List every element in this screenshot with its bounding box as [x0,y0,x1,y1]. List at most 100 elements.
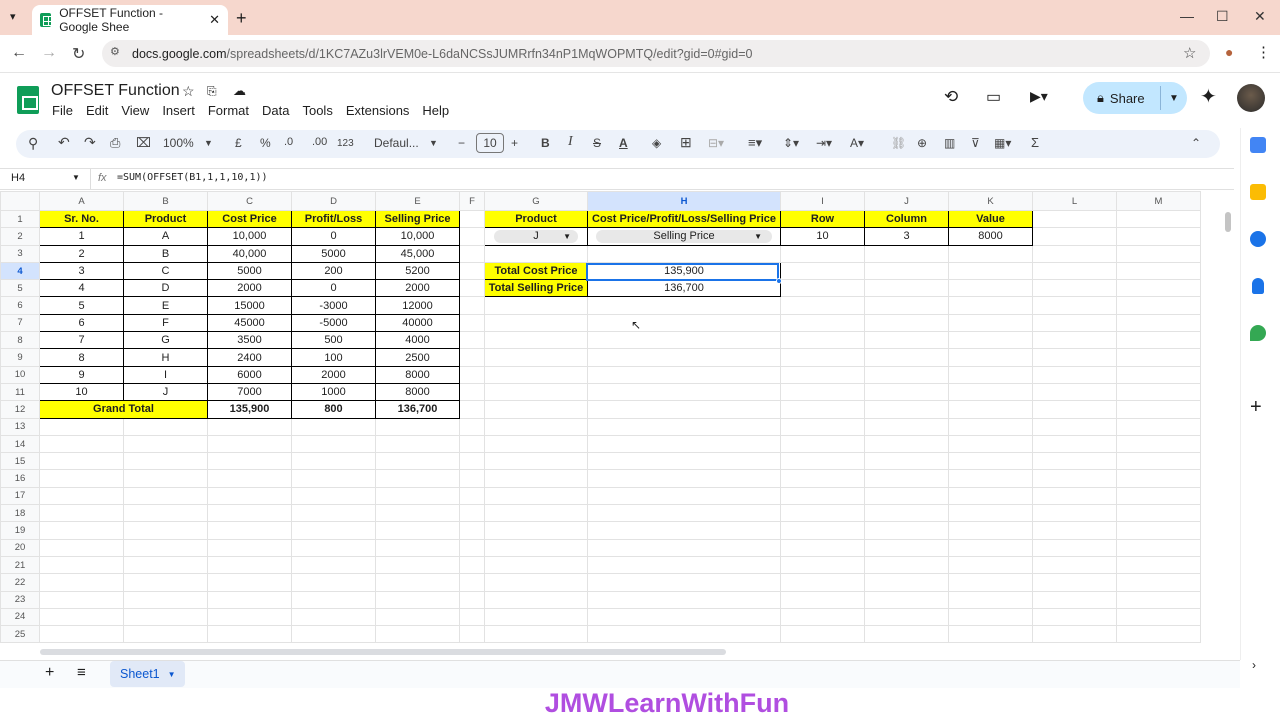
cell[interactable] [948,365,1033,384]
cell[interactable] [459,209,485,229]
grand-total-label[interactable]: Grand Total [39,400,208,419]
site-info-icon[interactable]: ⚙ [110,45,120,58]
menu-file[interactable]: File [52,103,73,118]
cell[interactable] [484,625,588,644]
cell[interactable] [948,573,1033,592]
cell[interactable] [123,486,208,506]
cell[interactable] [948,417,1033,436]
cell[interactable] [948,504,1033,523]
tab-search-icon[interactable]: ▾ [10,10,16,23]
maximize-icon[interactable]: ☐ [1216,8,1229,25]
sheet-tab[interactable]: Sheet1 ▼ [110,661,185,687]
main-data-cell[interactable]: 5000 [207,261,292,281]
cell[interactable] [291,417,376,436]
tasks-icon[interactable] [1250,231,1266,247]
cell[interactable] [484,434,588,454]
cell[interactable] [587,607,781,627]
cell[interactable] [948,382,1033,402]
column-header[interactable]: G [484,191,588,211]
cell[interactable] [780,504,865,523]
main-data-cell[interactable]: 2000 [207,279,292,298]
cell[interactable] [39,417,124,436]
cell[interactable] [864,434,949,454]
cell[interactable] [459,607,485,627]
reload-icon[interactable]: ↻ [72,44,85,64]
cell[interactable] [123,538,208,557]
row-header[interactable]: 13 [0,417,40,436]
cell[interactable] [207,573,292,592]
cell[interactable] [1116,279,1201,298]
cell[interactable] [1032,504,1117,523]
cell[interactable] [780,469,865,488]
cell[interactable] [1032,244,1117,263]
text-wrapping-icon[interactable]: ⇥▾ [816,136,832,150]
cell[interactable] [948,348,1033,367]
cell[interactable] [780,452,865,471]
cell[interactable] [1032,400,1117,419]
cell[interactable] [864,486,949,506]
sheet-grid[interactable]: A B C D E F G H I J K L M 1 Sr. No. Produc… [0,191,1234,646]
cell[interactable] [864,590,949,609]
cell[interactable] [1116,607,1201,627]
cell[interactable] [864,573,949,592]
insert-link-icon[interactable]: ⛓ [891,136,906,150]
cell[interactable] [587,486,781,506]
cell[interactable] [587,555,781,575]
main-data-cell[interactable]: 2000 [375,279,460,298]
cell[interactable] [484,590,588,609]
menu-view[interactable]: View [121,103,149,118]
column-header[interactable]: K [948,191,1033,211]
vertical-scrollbar[interactable] [1225,212,1231,232]
product-dropdown-chip[interactable]: J ▼ [494,229,578,243]
contacts-icon[interactable] [1252,278,1264,294]
grand-total-cost[interactable]: 135,900 [207,400,292,419]
cell[interactable] [864,382,949,402]
cell[interactable] [39,538,124,557]
back-icon[interactable]: ← [11,44,27,62]
borders-icon[interactable]: ⊞ [680,134,692,151]
row-header[interactable]: 15 [0,452,40,471]
cell[interactable] [948,521,1033,540]
menu-format[interactable]: Format [208,103,249,118]
cell[interactable] [1032,607,1117,627]
row-header[interactable]: 3 [0,244,40,263]
cell[interactable] [864,452,949,471]
main-data-cell[interactable]: 0 [291,227,376,246]
cell[interactable] [207,486,292,506]
row-header[interactable]: 14 [0,434,40,454]
cell[interactable] [207,625,292,644]
bold-icon[interactable]: B [541,136,550,150]
share-button[interactable]: 🔒︎ Share ▼ [1083,82,1187,114]
cell[interactable] [39,625,124,644]
horizontal-align-icon[interactable]: ≡▾ [748,135,762,151]
menu-data[interactable]: Data [262,103,289,118]
main-header-cell[interactable]: Cost Price [207,209,292,229]
cell[interactable] [864,331,949,350]
cell[interactable] [587,365,781,384]
cell[interactable] [484,331,588,350]
main-data-cell[interactable]: 2400 [207,348,292,367]
cell[interactable] [1116,452,1201,471]
cell[interactable] [948,400,1033,419]
cell[interactable] [459,382,485,402]
cell[interactable] [123,607,208,627]
main-data-cell[interactable]: D [123,279,208,298]
main-data-cell[interactable]: H [123,348,208,367]
filter-icon[interactable]: ⊽ [971,136,980,150]
cell[interactable] [484,244,588,263]
cell[interactable] [459,313,485,333]
cell[interactable] [587,348,781,367]
cell[interactable] [484,382,588,402]
product-dropdown[interactable]: J ▼ [484,227,588,246]
main-data-cell[interactable]: B [123,244,208,263]
cell[interactable] [123,521,208,540]
cell[interactable] [1116,504,1201,523]
more-formats-button[interactable]: 123 [337,138,354,149]
cell[interactable] [1032,209,1117,229]
cell[interactable] [1116,417,1201,436]
cell[interactable] [780,521,865,540]
row-header[interactable]: 12 [0,400,40,419]
row-header[interactable]: 1 [0,209,40,229]
totals-label-cell[interactable]: Total Cost Price [484,261,588,281]
main-data-cell[interactable]: 100 [291,348,376,367]
